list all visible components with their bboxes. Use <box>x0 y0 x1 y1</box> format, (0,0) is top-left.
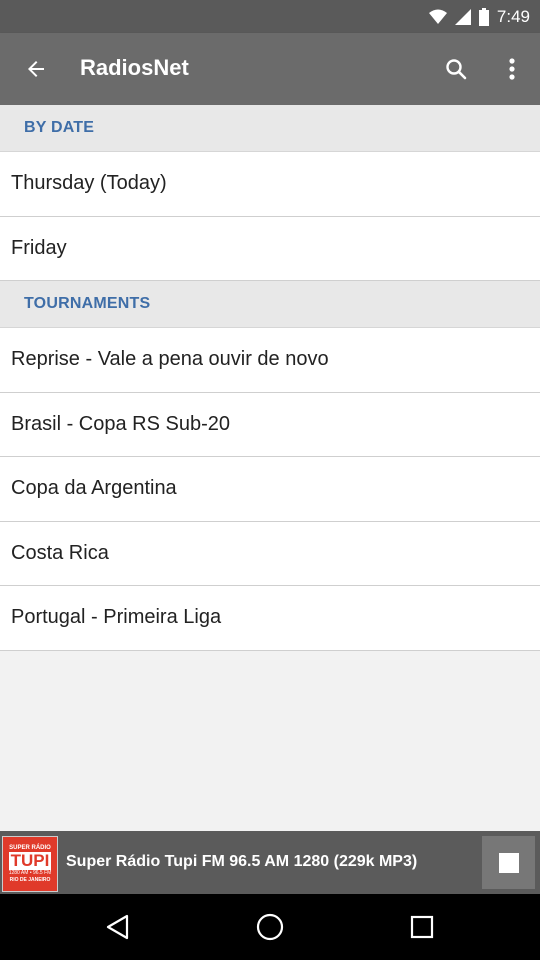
app-title: RadiosNet <box>80 55 189 80</box>
section-header-tournaments: TOURNAMENTS <box>0 281 540 328</box>
list-item-thursday[interactable]: Thursday (Today) <box>0 152 540 217</box>
section-header-by-date: BY DATE <box>0 105 540 152</box>
circle-home-icon <box>256 913 284 941</box>
nav-back-button[interactable] <box>100 909 136 945</box>
wifi-icon <box>428 9 447 24</box>
stop-button[interactable] <box>482 836 535 889</box>
now-playing-station: Super Rádio Tupi FM 96.5 AM 1280 (229k M… <box>66 853 418 870</box>
logo-sub-text: 1280 AM • 96.5 FM <box>8 869 52 876</box>
search-icon <box>446 59 467 80</box>
signal-icon <box>454 9 471 25</box>
battery-icon <box>478 8 489 26</box>
content-list: BY DATE Thursday (Today) Friday TOURNAME… <box>0 105 540 651</box>
list-item-costa-rica[interactable]: Costa Rica <box>0 521 540 586</box>
search-button[interactable] <box>434 47 478 91</box>
nav-home-button[interactable] <box>252 909 288 945</box>
more-options-button[interactable] <box>490 47 534 91</box>
triangle-back-icon <box>106 914 129 940</box>
now-playing-bar[interactable]: SUPER RÁDIO TUPI 1280 AM • 96.5 FM RIO D… <box>0 831 540 894</box>
nav-recents-button[interactable] <box>404 909 440 945</box>
stop-icon <box>498 852 519 873</box>
list-item-brasil-copa-rs[interactable]: Brasil - Copa RS Sub-20 <box>0 392 540 457</box>
back-button[interactable] <box>16 49 56 89</box>
list-item-reprise[interactable]: Reprise - Vale a pena ouvir de novo <box>0 328 540 393</box>
list-item-copa-argentina[interactable]: Copa da Argentina <box>0 457 540 522</box>
list-item-friday[interactable]: Friday <box>0 216 540 281</box>
more-vert-icon <box>509 58 515 80</box>
status-time: 7:49 <box>496 7 530 26</box>
status-bar: 7:49 <box>0 0 540 33</box>
status-icons: 7:49 <box>428 7 530 27</box>
navigation-bar <box>0 894 540 960</box>
logo-main-text: TUPI <box>8 850 52 870</box>
station-logo: SUPER RÁDIO TUPI 1280 AM • 96.5 FM RIO D… <box>2 836 58 892</box>
logo-bottom-text: RIO DE JANEIRO <box>9 876 51 883</box>
arrow-back-icon <box>28 61 44 77</box>
square-recents-icon <box>410 915 434 939</box>
list-item-portugal[interactable]: Portugal - Primeira Liga <box>0 586 540 651</box>
app-bar: RadiosNet <box>0 33 540 105</box>
